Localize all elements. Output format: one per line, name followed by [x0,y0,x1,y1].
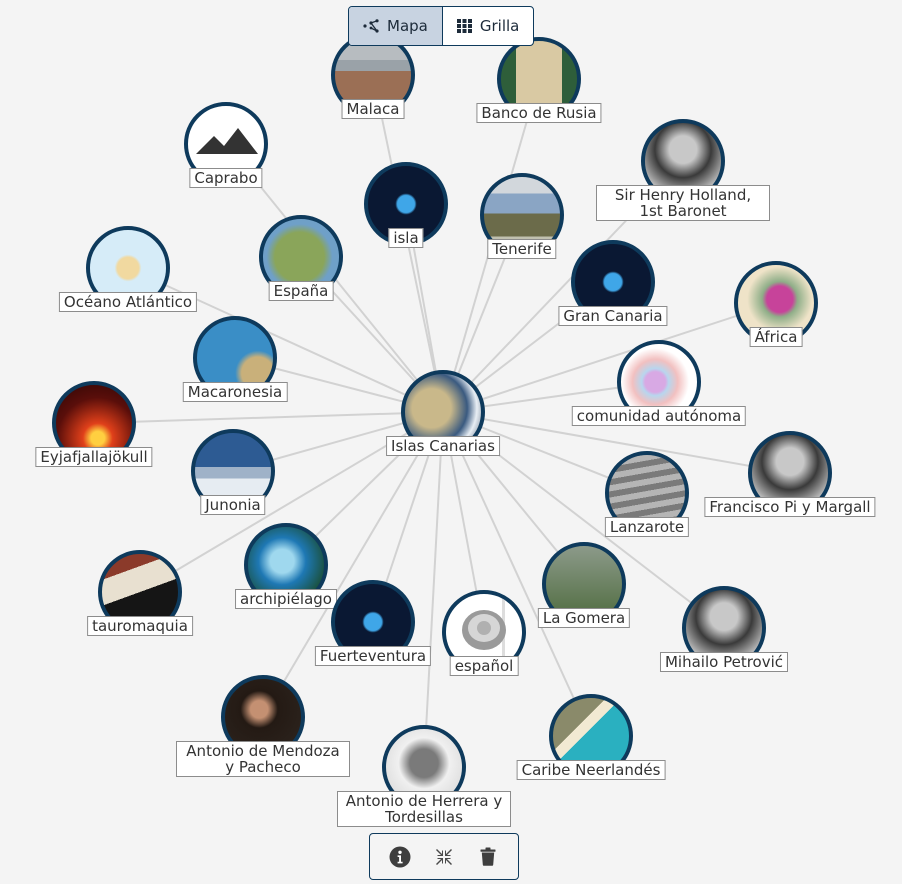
info-icon [389,846,411,867]
node-label[interactable]: Tenerife [487,239,557,259]
node-label[interactable]: comunidad autónoma [571,406,747,426]
node-label[interactable]: Gran Canaria [558,306,668,326]
node-label[interactable]: Banco de Rusia [476,103,602,123]
node-label[interactable]: Mihailo Petrović [659,652,789,672]
node-label[interactable]: Junonia [200,495,266,515]
edge-antonio-de-herrera-y-tordesillas [423,411,444,768]
node-label[interactable]: español [449,656,519,676]
node-label[interactable]: isla [388,228,424,248]
info-button[interactable] [388,845,412,869]
node-label[interactable]: Antonio de Mendoza y Pacheco [176,741,350,777]
node-label[interactable]: Francisco Pi y Margall [704,497,876,517]
collapse-button[interactable] [432,845,456,869]
grid-icon [456,19,472,33]
grid-view-button[interactable]: Grilla [443,7,533,45]
map-view-label: Mapa [387,17,428,35]
delete-button[interactable] [476,845,500,869]
node-label[interactable]: Sir Henry Holland, 1st Baronet [596,185,770,221]
node-label[interactable]: Fuerteventura [314,646,432,666]
node-label[interactable]: Islas Canarias [386,436,500,456]
node-label[interactable]: Antonio de Herrera y Tordesillas [337,791,511,827]
node-label[interactable]: Caprabo [189,168,263,188]
node-label[interactable]: La Gomera [537,608,631,628]
node-label[interactable]: Macaronesia [182,382,288,402]
node-label[interactable]: Eyjafjallajökull [35,447,153,467]
grid-view-label: Grilla [479,17,520,35]
node-label[interactable]: Malaca [341,99,405,119]
node-label[interactable]: África [749,327,803,347]
node-label[interactable]: España [268,281,334,301]
graph-toolbar [369,833,519,880]
node-label[interactable]: tauromaquia [87,616,193,636]
node-label[interactable]: Lanzarote [604,517,690,537]
node-label[interactable]: Caribe Neerlandés [516,760,666,780]
map-view-button[interactable]: Mapa [349,7,443,45]
node-label[interactable]: Océano Atlántico [58,292,198,312]
view-toggle: Mapa Grilla [348,6,535,46]
compress-icon [436,848,452,865]
trash-icon [480,847,496,866]
graph-nodes-icon [363,19,379,33]
node-label[interactable]: archipiélago [235,589,337,609]
edge-eyjafjallajokull [93,411,444,424]
